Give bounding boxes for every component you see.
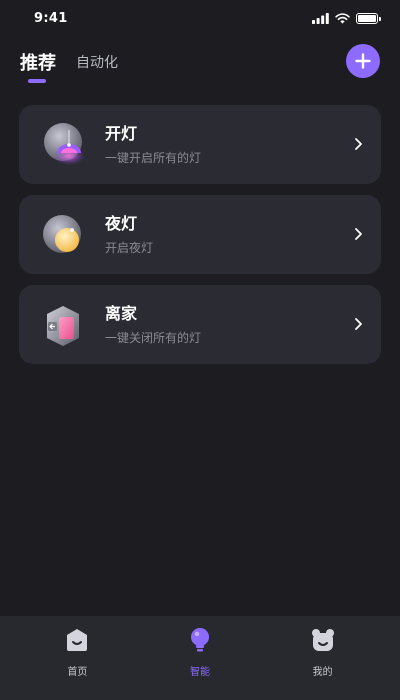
scene-subtitle: 开启夜灯: [105, 241, 154, 255]
scene-subtitle: 一键关闭所有的灯: [105, 331, 202, 345]
bottom-nav: 首页 智能 我的: [0, 616, 400, 700]
add-scene-button[interactable]: [346, 44, 380, 78]
tab-recommended-label: 推荐: [20, 53, 56, 74]
scene-title: 开灯: [105, 124, 138, 143]
chevron-right-icon: [355, 228, 362, 240]
leave-home-door-icon: [39, 300, 89, 350]
scene-text: 夜灯 开启夜灯: [105, 213, 381, 256]
scene-text: 开灯 一键开启所有的灯: [105, 123, 381, 166]
status-icons: [312, 12, 381, 24]
tab-recommended[interactable]: 推荐: [20, 49, 56, 83]
tab-active-indicator: [28, 79, 46, 83]
nav-item-home[interactable]: 首页: [32, 616, 122, 700]
phone-screen: 9:41 推荐 自动化 开灯 一键开启所有的灯 夜灯 开启夜灯 离家 一键关闭所…: [0, 0, 400, 700]
profile-icon: [311, 629, 334, 651]
wifi-icon: [335, 12, 350, 24]
ceiling-lamp-icon: [39, 120, 89, 170]
header: 推荐 自动化: [0, 40, 400, 84]
nav-label-profile: 我的: [312, 667, 333, 678]
nav-label-smart: 智能: [189, 667, 210, 678]
home-icon: [67, 629, 88, 651]
nav-item-smart[interactable]: 智能: [155, 616, 245, 700]
scene-list: 开灯 一键开启所有的灯 夜灯 开启夜灯 离家 一键关闭所有的灯: [19, 105, 381, 375]
scene-subtitle: 一键开启所有的灯: [105, 151, 202, 165]
signal-icon: [312, 12, 329, 24]
plus-icon: [355, 53, 371, 69]
scene-title: 夜灯: [105, 214, 138, 233]
nav-item-profile[interactable]: 我的: [278, 616, 368, 700]
scene-card-lights-on[interactable]: 开灯 一键开启所有的灯: [19, 105, 381, 184]
chevron-right-icon: [355, 138, 362, 150]
chevron-right-icon: [355, 318, 362, 330]
status-time: 9:41: [34, 10, 68, 26]
tab-automation[interactable]: 自动化: [76, 52, 118, 72]
bulb-icon: [190, 628, 209, 652]
moon-light-icon: [39, 210, 89, 260]
scene-text: 离家 一键关闭所有的灯: [105, 303, 381, 346]
scene-card-night-light[interactable]: 夜灯 开启夜灯: [19, 195, 381, 274]
scene-card-leave-home[interactable]: 离家 一键关闭所有的灯: [19, 285, 381, 364]
scene-title: 离家: [105, 304, 138, 323]
tab-automation-label: 自动化: [76, 55, 118, 71]
status-bar: 9:41: [0, 0, 400, 36]
battery-icon: [356, 12, 381, 24]
nav-label-home: 首页: [67, 667, 88, 678]
